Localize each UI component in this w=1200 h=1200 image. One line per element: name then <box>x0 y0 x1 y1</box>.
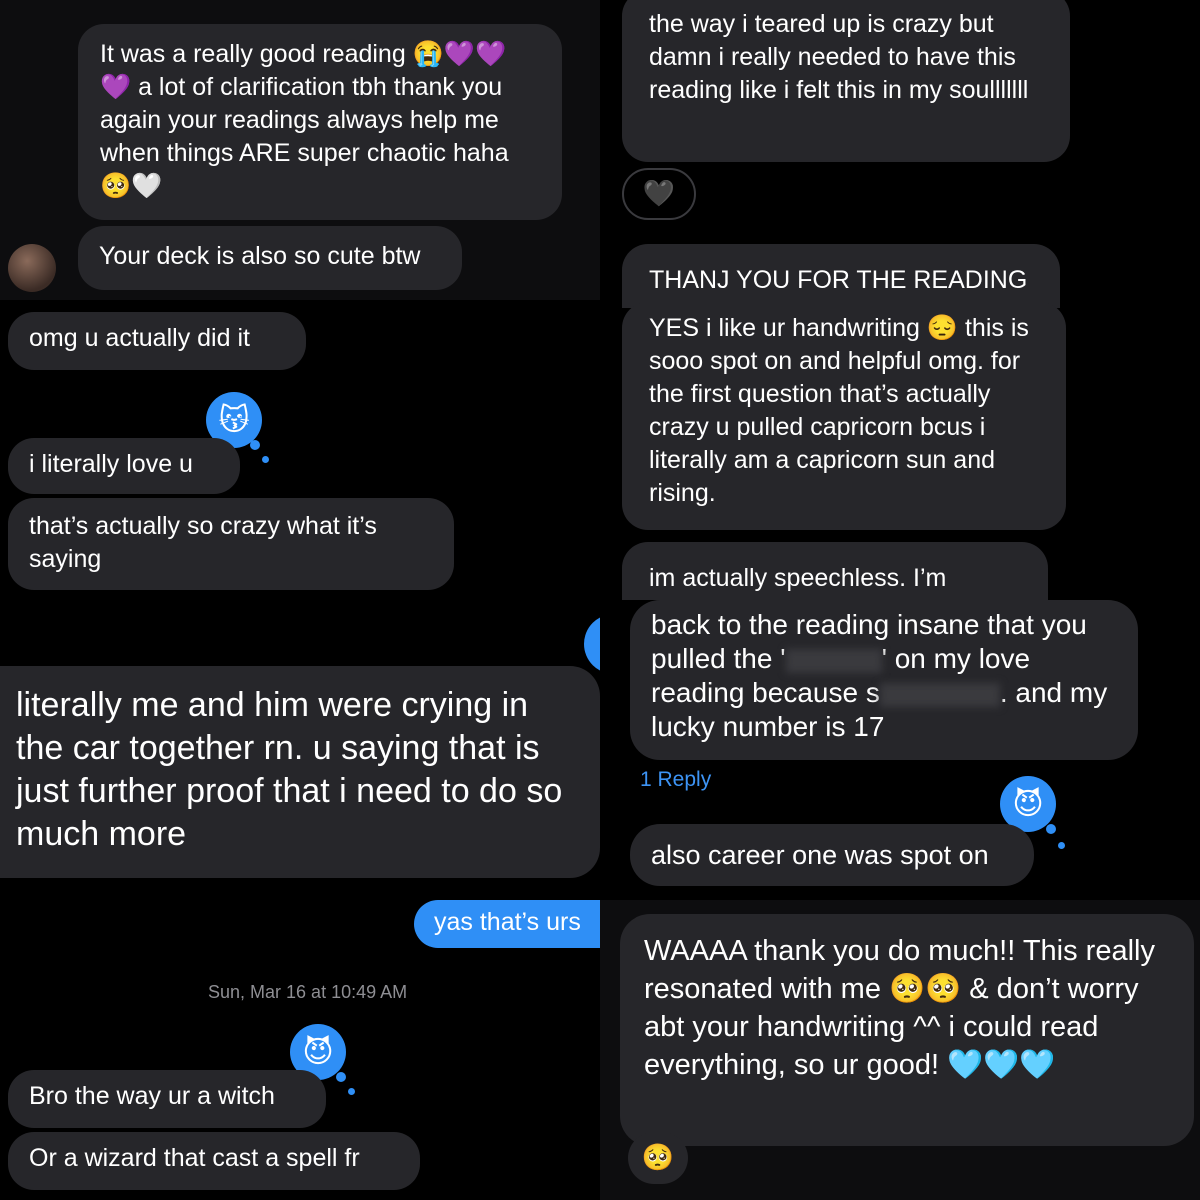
message-text: i literally love u <box>29 450 193 478</box>
reaction-tail-dot-small <box>262 456 269 463</box>
reaction-tail-dot <box>250 440 260 450</box>
message-bubble[interactable]: back to the reading insane that you pull… <box>630 600 1138 760</box>
message-bubble[interactable]: Bro the way ur a witch <box>8 1070 326 1128</box>
panel-center-left: literally me and him were crying in the … <box>0 610 600 900</box>
message-bubble[interactable]: YES i like ur handwriting 😔 this is sooo… <box>622 302 1066 530</box>
message-text: It was a really good reading 😭💜💜 💜 a lot… <box>100 40 509 200</box>
reaction-tail-dot-small <box>1058 842 1065 849</box>
message-bubble[interactable]: Your deck is also so cute btw <box>78 226 462 290</box>
sent-bubble-edge <box>584 614 600 674</box>
message-bubble[interactable]: that’s actually so crazy what it’s sayin… <box>8 498 454 590</box>
redacted-block <box>879 682 1000 707</box>
message-text: YES i like ur handwriting 😔 this is sooo… <box>649 314 1029 507</box>
message-bubble[interactable]: Or a wizard that cast a spell fr <box>8 1132 420 1190</box>
message-text: im actually speechless. I’m <box>649 564 947 592</box>
timestamp: Sun, Mar 16 at 10:49 AM <box>208 982 408 1002</box>
reaction-black-heart-icon[interactable]: 🖤 <box>622 168 696 220</box>
sent-message-bubble[interactable]: yas that’s urs <box>414 900 600 948</box>
message-text: the way i teared up is crazy but damn i … <box>649 10 1029 104</box>
reply-link[interactable]: 1 Reply <box>640 768 711 792</box>
panel-bottom-right: WAAAA thank you do much!! This really re… <box>600 900 1200 1200</box>
panel-center-right: back to the reading insane that you pull… <box>600 600 1200 900</box>
reaction-tail-dot <box>336 1072 346 1082</box>
panel-mid-right: THANJ YOU FOR THE READING YES i like ur … <box>600 240 1200 600</box>
panel-bottom-left: yas that’s urs Sun, Mar 16 at 10:49 AM 😈… <box>0 900 600 1200</box>
message-text: that’s actually so crazy what it’s sayin… <box>29 512 377 573</box>
message-text: THANJ YOU FOR THE READING <box>649 266 1028 294</box>
panel-mid-left: omg u actually did it 😽 i literally love… <box>0 300 600 610</box>
panel-top-right: the way i teared up is crazy but damn i … <box>600 0 1200 240</box>
reaction-tail-dot-small <box>348 1088 355 1095</box>
message-bubble[interactable]: THANJ YOU FOR THE READING <box>622 244 1060 308</box>
message-text: literally me and him were crying in the … <box>16 686 563 853</box>
message-text: Bro the way ur a witch <box>29 1082 275 1110</box>
redacted-block <box>785 648 882 673</box>
message-text: yas that’s urs <box>434 908 581 936</box>
message-bubble[interactable]: literally me and him were crying in the … <box>0 666 600 878</box>
avatar[interactable] <box>8 244 56 292</box>
message-bubble[interactable]: It was a really good reading 😭💜💜 💜 a lot… <box>78 24 562 220</box>
message-bubble[interactable]: omg u actually did it <box>8 312 306 370</box>
message-bubble[interactable]: WAAAA thank you do much!! This really re… <box>620 914 1194 1146</box>
message-text: Your deck is also so cute btw <box>99 242 421 270</box>
message-bubble[interactable]: im actually speechless. I’m <box>622 542 1048 600</box>
message-text: omg u actually did it <box>29 324 250 352</box>
panel-top-left: It was a really good reading 😭💜💜 💜 a lot… <box>0 0 600 300</box>
message-text: WAAAA thank you do much!! This really re… <box>644 935 1155 1081</box>
message-text: also career one was spot on <box>651 840 989 870</box>
message-bubble[interactable]: the way i teared up is crazy but damn i … <box>622 0 1070 162</box>
message-bubble[interactable]: also career one was spot on <box>630 824 1034 886</box>
reaction-tail-dot <box>1046 824 1056 834</box>
message-text: Or a wizard that cast a spell fr <box>29 1144 360 1172</box>
message-bubble[interactable]: i literally love u <box>8 438 240 494</box>
reaction-pleading-face-icon[interactable]: 🥺 <box>628 1132 688 1184</box>
